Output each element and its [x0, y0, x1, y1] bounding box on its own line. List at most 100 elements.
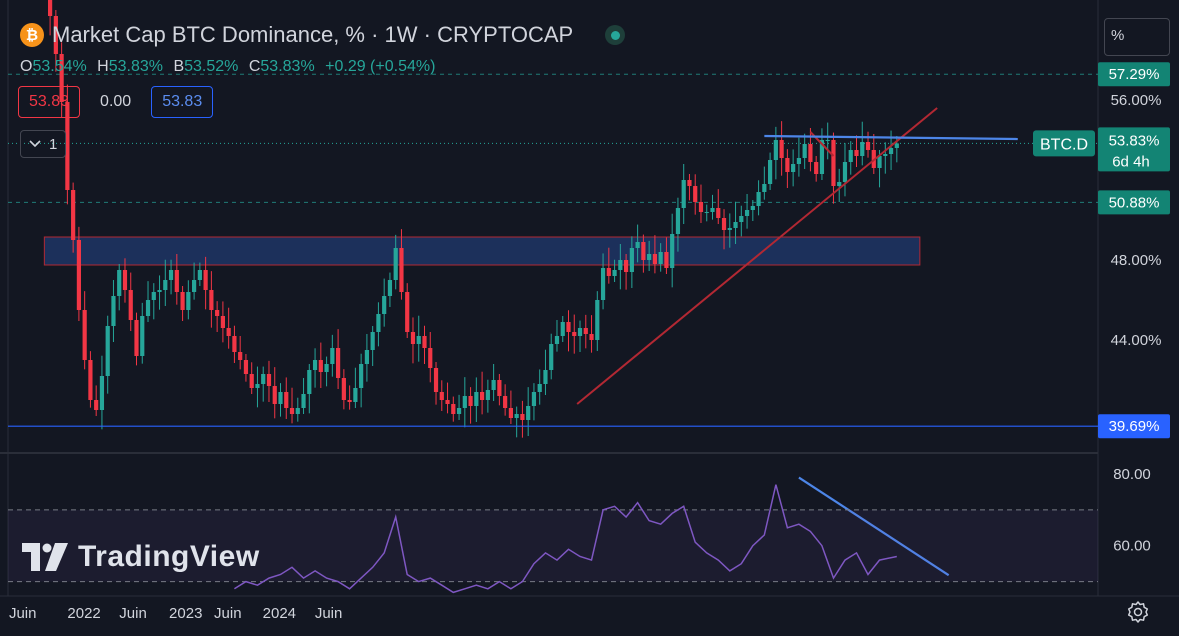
low-label: B — [173, 58, 185, 75]
candle — [410, 332, 416, 344]
candle — [416, 336, 421, 344]
candle — [192, 280, 197, 292]
candle — [353, 388, 358, 402]
ohlc-readout: O53.54% H53.83% B53.52% C53.83% +0.29 (+… — [20, 58, 441, 76]
indicator-value-left[interactable]: 53.83 — [18, 86, 81, 118]
bar-countdown-text: 6d 4h — [1112, 153, 1150, 170]
candle — [687, 180, 692, 186]
indicator-value-right[interactable]: 53.83 — [151, 86, 214, 118]
market-status-icon[interactable] — [605, 25, 626, 45]
candle — [180, 292, 185, 310]
candle — [94, 400, 99, 410]
bitcoin-icon: ₿ — [20, 23, 44, 47]
candle — [618, 260, 623, 270]
candle — [209, 290, 214, 310]
candle — [664, 252, 669, 268]
price-unit-button[interactable]: % — [1104, 18, 1170, 56]
candle — [589, 334, 594, 340]
candle — [445, 400, 450, 404]
drawings-layer[interactable] — [8, 107, 1098, 577]
horizontal-resistance-line[interactable] — [764, 134, 1018, 141]
candle — [641, 242, 646, 260]
candle — [791, 164, 796, 172]
candle — [566, 322, 571, 332]
candle — [768, 160, 773, 184]
candle — [226, 328, 231, 336]
candle — [347, 400, 352, 402]
close-label: C — [248, 58, 261, 75]
candle — [99, 376, 105, 410]
candle — [514, 414, 519, 418]
candle — [480, 392, 485, 400]
indicators-count: 1 — [49, 135, 58, 153]
candle — [670, 234, 675, 268]
candle — [433, 368, 439, 392]
candle — [48, 0, 53, 16]
rsi-axis-label: 80.00 — [1113, 466, 1151, 483]
candle — [364, 350, 369, 364]
chart-header: ₿ Market Cap BTC Dominance, % · 1W · CRY… — [20, 22, 626, 48]
candle — [128, 290, 133, 320]
candle — [825, 140, 830, 141]
candle — [704, 212, 709, 213]
change-value: +0.29 (+0.54%) — [325, 58, 436, 75]
candle — [554, 336, 560, 344]
candle — [560, 322, 565, 336]
close-value: 53.83% — [260, 58, 315, 75]
candle — [203, 270, 208, 290]
candle — [186, 292, 191, 310]
candle — [733, 222, 738, 228]
candle — [318, 360, 323, 372]
candle — [612, 270, 617, 276]
price-axis-label: 48.00% — [1111, 252, 1162, 269]
candle — [82, 310, 87, 360]
candle — [739, 216, 744, 222]
tradingview-logo-icon — [22, 543, 68, 571]
candle — [76, 240, 81, 310]
open-label: O — [20, 58, 33, 75]
candle — [238, 352, 243, 360]
high-value: 53.83% — [108, 58, 163, 75]
candle — [762, 184, 767, 192]
candle — [796, 158, 801, 164]
candle — [497, 380, 502, 396]
candle — [485, 390, 490, 400]
candle — [491, 380, 496, 390]
candle — [675, 208, 681, 234]
candle — [848, 150, 853, 162]
candle — [865, 142, 871, 150]
candle — [439, 392, 444, 400]
candle — [243, 360, 249, 374]
price-level-text: 50.88% — [1109, 194, 1160, 211]
indicators-collapse-button[interactable]: 1 — [20, 130, 67, 158]
candle — [330, 348, 335, 364]
candle — [779, 140, 784, 158]
time-axis-label: 2024 — [263, 605, 296, 622]
chart-title[interactable]: Market Cap BTC Dominance, % · 1W · CRYPT… — [52, 22, 573, 48]
candle — [278, 392, 283, 404]
candle — [376, 314, 381, 332]
gear-icon[interactable] — [1126, 600, 1150, 624]
candle — [249, 374, 254, 388]
candle — [842, 162, 848, 182]
candle — [520, 414, 525, 420]
candle — [111, 296, 116, 326]
candle — [888, 148, 894, 154]
candle — [595, 300, 600, 340]
candle — [289, 408, 295, 414]
candle — [750, 206, 755, 210]
candle — [301, 394, 306, 408]
candle — [606, 268, 611, 276]
candle — [151, 292, 156, 300]
candle — [255, 384, 260, 388]
candle — [215, 310, 220, 316]
candle — [266, 374, 272, 386]
resistance-zone[interactable] — [43, 236, 921, 266]
candle — [624, 260, 629, 272]
time-axis-label: Juin — [119, 605, 147, 622]
time-axis-label: Juin — [9, 605, 37, 622]
candle — [474, 392, 479, 406]
candle — [462, 396, 467, 408]
indicator-values: 53.83 0.00 53.83 — [18, 86, 214, 118]
candle — [312, 360, 318, 370]
